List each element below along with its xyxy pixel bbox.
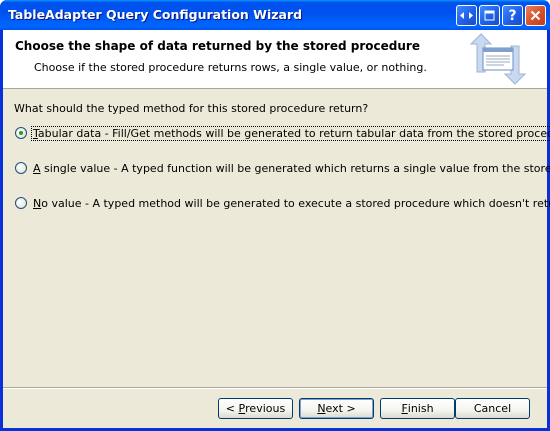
return-type-question: What should the typed method for this st… [14, 102, 369, 115]
footer-separator [3, 387, 547, 389]
wizard-window: TableAdapter Query Configuration Wizard … [0, 0, 550, 431]
wizard-header: Choose the shape of data returned by the… [3, 30, 547, 89]
previous-button[interactable]: < Previous [218, 398, 293, 419]
option-no-value-label[interactable]: No value - A typed method will be genera… [32, 197, 550, 210]
page-title: Choose the shape of data returned by the… [15, 39, 420, 53]
stored-procedure-wizard-icon [469, 33, 527, 85]
radio-tabular-data[interactable] [15, 127, 27, 139]
next-button[interactable]: Next > [299, 398, 374, 419]
finish-button[interactable]: Finish [380, 398, 455, 419]
title-bar[interactable]: TableAdapter Query Configuration Wizard … [0, 0, 550, 30]
option-single-value-label[interactable]: A single value - A typed function will b… [32, 162, 550, 175]
close-icon [530, 10, 541, 21]
close-button[interactable] [525, 5, 546, 26]
option-tabular-data-label[interactable]: Tabular data - Fill/Get methods will be … [31, 125, 550, 141]
radio-no-value[interactable] [15, 197, 27, 209]
option-single-value[interactable]: A single value - A typed function will b… [15, 160, 550, 176]
maximize-icon [484, 10, 495, 21]
window-title: TableAdapter Query Configuration Wizard [8, 7, 303, 22]
help-icon: ? [508, 7, 517, 24]
dialog-client-area: Choose the shape of data returned by the… [3, 30, 550, 428]
page-subtitle: Choose if the stored procedure returns r… [34, 61, 427, 74]
restore-icon-button[interactable] [456, 5, 477, 26]
restore-icon [460, 12, 473, 19]
help-button[interactable]: ? [502, 5, 523, 26]
radio-single-value[interactable] [15, 162, 27, 174]
cancel-button[interactable]: Cancel [455, 398, 530, 419]
maximize-button[interactable] [479, 5, 500, 26]
option-tabular-data[interactable]: Tabular data - Fill/Get methods will be … [15, 125, 550, 141]
option-no-value[interactable]: No value - A typed method will be genera… [15, 195, 550, 211]
